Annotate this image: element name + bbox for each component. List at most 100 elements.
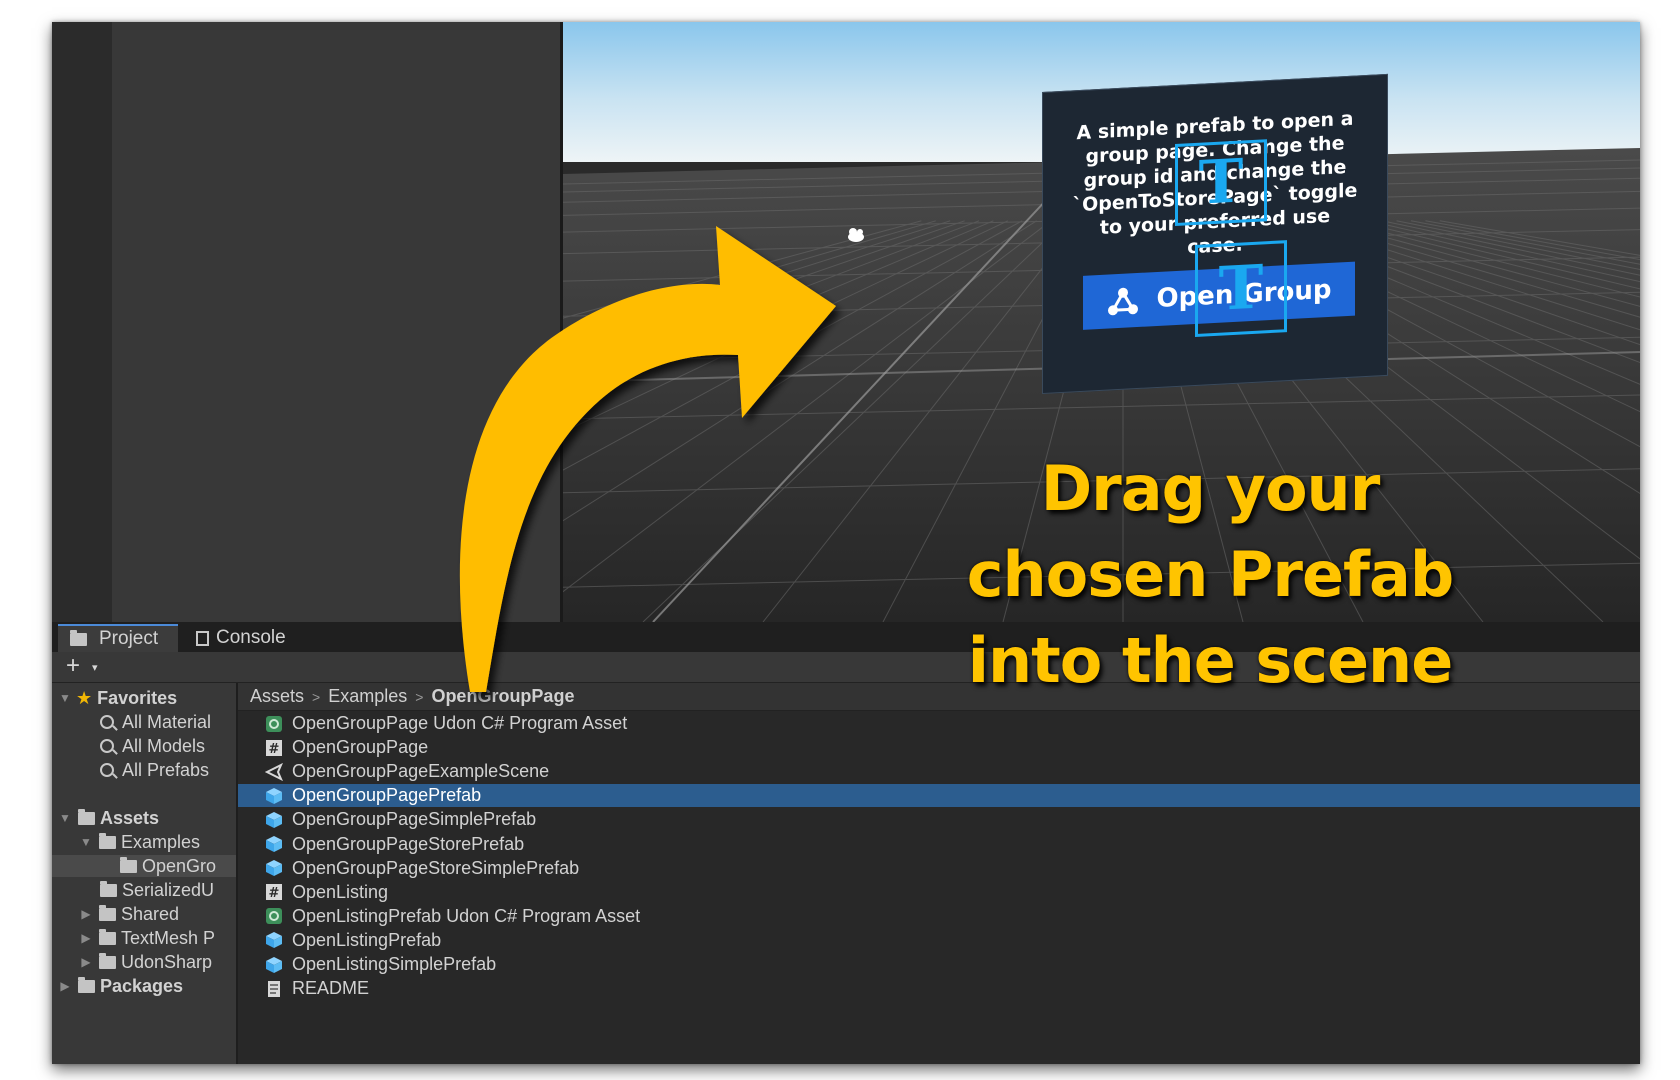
breadcrumb-examples[interactable]: Examples: [328, 686, 407, 707]
prefab-icon: [264, 858, 284, 878]
prefab-icon: [264, 930, 284, 950]
chevron-down-icon[interactable]: ▼: [58, 691, 72, 705]
chevron-down-icon[interactable]: ▾: [92, 661, 98, 674]
script-icon: #: [264, 738, 284, 758]
folder-icon: [99, 952, 116, 969]
tree-item-label: SerializedU: [122, 879, 215, 900]
asset-name: OpenListingSimplePrefab: [292, 954, 497, 974]
prefab-icon: [264, 810, 284, 830]
udon-asset-icon: [264, 906, 284, 926]
chevron-right-icon[interactable]: ▶: [79, 931, 93, 945]
tree-item-label: UdonSharp: [121, 951, 213, 972]
asset-name: OpenGroupPageExampleScene: [292, 761, 550, 782]
search-icon: [100, 763, 114, 777]
prefab-icon: [264, 786, 284, 806]
folder-icon: [100, 880, 117, 897]
text-document-icon: [264, 979, 284, 999]
tree-item-label: All Material: [122, 711, 212, 732]
tree-item-assets[interactable]: ▼ Assets: [52, 807, 236, 829]
tree-item-favorites[interactable]: ▼ ★ Favorites: [52, 687, 236, 709]
asset-name: OpenGroupPage Udon C# Program Asset: [292, 713, 628, 733]
asset-name: OpenGroupPage: [292, 737, 429, 758]
tree-item-label: TextMesh P: [121, 927, 216, 948]
asset-list-item[interactable]: OpenListingSimplePrefab: [238, 953, 1640, 976]
tree-item-packages[interactable]: ▶ Packages: [52, 975, 236, 997]
hierarchy-toolbar-strip: [52, 22, 112, 622]
breadcrumb-assets[interactable]: Assets: [250, 686, 304, 707]
chevron-down-icon[interactable]: ▼: [79, 835, 93, 849]
folder-icon: [99, 928, 116, 945]
tree-item-favorite[interactable]: All Prefabs: [52, 759, 236, 781]
tree-item-favorite[interactable]: All Material: [52, 711, 236, 733]
tree-item-serialized[interactable]: SerializedU: [52, 879, 236, 901]
svg-text:#: #: [269, 742, 280, 757]
tree-item-examples[interactable]: ▼ Examples: [52, 831, 236, 853]
folder-icon: [99, 904, 116, 921]
prefab-icon: [264, 834, 284, 854]
chevron-down-icon[interactable]: ▼: [58, 811, 72, 825]
callout-line: chosen Prefab: [966, 538, 1454, 611]
asset-list-item[interactable]: OpenGroupPage Udon C# Program Asset: [238, 712, 1640, 735]
asset-list-item[interactable]: OpenListingPrefab Udon C# Program Asset: [238, 905, 1640, 928]
asset-name: OpenListingPrefab: [292, 929, 442, 950]
chevron-right-icon[interactable]: ▶: [79, 907, 93, 921]
tree-item-label: Assets: [100, 807, 160, 828]
tree-item-label: Examples: [121, 831, 201, 852]
svg-text:#: #: [269, 886, 280, 901]
text-gizmo-icon[interactable]: T: [1175, 139, 1267, 227]
asset-list-item[interactable]: README: [238, 977, 1640, 1000]
prefab-icon: [264, 955, 284, 975]
breadcrumb-current[interactable]: OpenGroupPage: [431, 686, 574, 707]
asset-name: OpenGroupPageStorePrefab: [292, 833, 525, 854]
tree-item-opengrouppage[interactable]: OpenGro: [52, 855, 236, 877]
group-network-icon: [1108, 287, 1139, 316]
tree-item-label: OpenGro: [142, 855, 217, 876]
console-icon: [196, 630, 209, 646]
tree-item-label: Packages: [100, 975, 184, 996]
asset-name: OpenListingPrefab Udon C# Program Asset: [292, 905, 641, 926]
asset-name: OpenListing: [292, 881, 389, 902]
asset-name: README: [292, 978, 370, 999]
asset-list-item[interactable]: OpenGroupPageStoreSimplePrefab: [238, 857, 1640, 880]
asset-list-item[interactable]: OpenGroupPageStorePrefab: [238, 833, 1640, 856]
chevron-right-icon: >: [312, 688, 321, 705]
tree-item-udonsharp[interactable]: ▶ UdonSharp: [52, 951, 236, 973]
udon-asset-icon: [264, 714, 284, 734]
tree-item-favorite[interactable]: All Models: [52, 735, 236, 757]
search-icon: [100, 739, 114, 753]
chevron-right-icon[interactable]: ▶: [79, 955, 93, 969]
asset-list-item[interactable]: OpenGroupPagePrefab: [238, 784, 1640, 808]
tree-item-label: All Prefabs: [122, 759, 210, 780]
tab-label: Console: [216, 627, 286, 648]
tree-item-shared[interactable]: ▶ Shared: [52, 903, 236, 925]
folder-icon: [78, 976, 95, 993]
asset-file-list: OpenGroupPage Udon C# Program Asset # Open…: [238, 712, 1640, 1064]
folder-icon: [120, 856, 137, 873]
search-icon: [100, 715, 114, 729]
camera-gizmo-icon[interactable]: [848, 228, 864, 242]
text-gizmo-icon[interactable]: T: [1195, 240, 1287, 337]
world-ui-panel[interactable]: A simple prefab to open a group page. Ch…: [1042, 73, 1388, 394]
chevron-right-icon: >: [415, 688, 424, 705]
chevron-right-icon[interactable]: ▶: [58, 979, 72, 993]
folder-open-icon: [99, 832, 116, 849]
add-asset-button[interactable]: +: [66, 654, 80, 678]
asset-list-item[interactable]: OpenGroupPageSimplePrefab: [238, 808, 1640, 831]
unity-scene-icon: [264, 762, 284, 782]
asset-list-item[interactable]: OpenListingPrefab: [238, 929, 1640, 952]
hierarchy-panel[interactable]: [112, 22, 560, 622]
tab-project[interactable]: Project: [58, 624, 178, 652]
asset-list-item[interactable]: # OpenListing: [238, 881, 1640, 904]
project-folder-tree: ▼ ★ Favorites All Material All Models Al…: [52, 683, 238, 1064]
tree-item-textmesh[interactable]: ▶ TextMesh P: [52, 927, 236, 949]
asset-list-item[interactable]: OpenGroupPageExampleScene: [238, 760, 1640, 783]
tree-item-label: Favorites: [97, 687, 178, 708]
star-icon: ★: [76, 687, 93, 708]
callout-line: Drag your: [1040, 452, 1381, 525]
tab-label: Project: [99, 628, 159, 649]
tab-console[interactable]: Console: [184, 624, 314, 652]
asset-name: OpenGroupPagePrefab: [292, 785, 482, 806]
asset-list-item[interactable]: # OpenGroupPage: [238, 736, 1640, 759]
asset-name: OpenGroupPageStoreSimplePrefab: [292, 857, 580, 878]
tree-item-label: All Models: [122, 735, 206, 756]
